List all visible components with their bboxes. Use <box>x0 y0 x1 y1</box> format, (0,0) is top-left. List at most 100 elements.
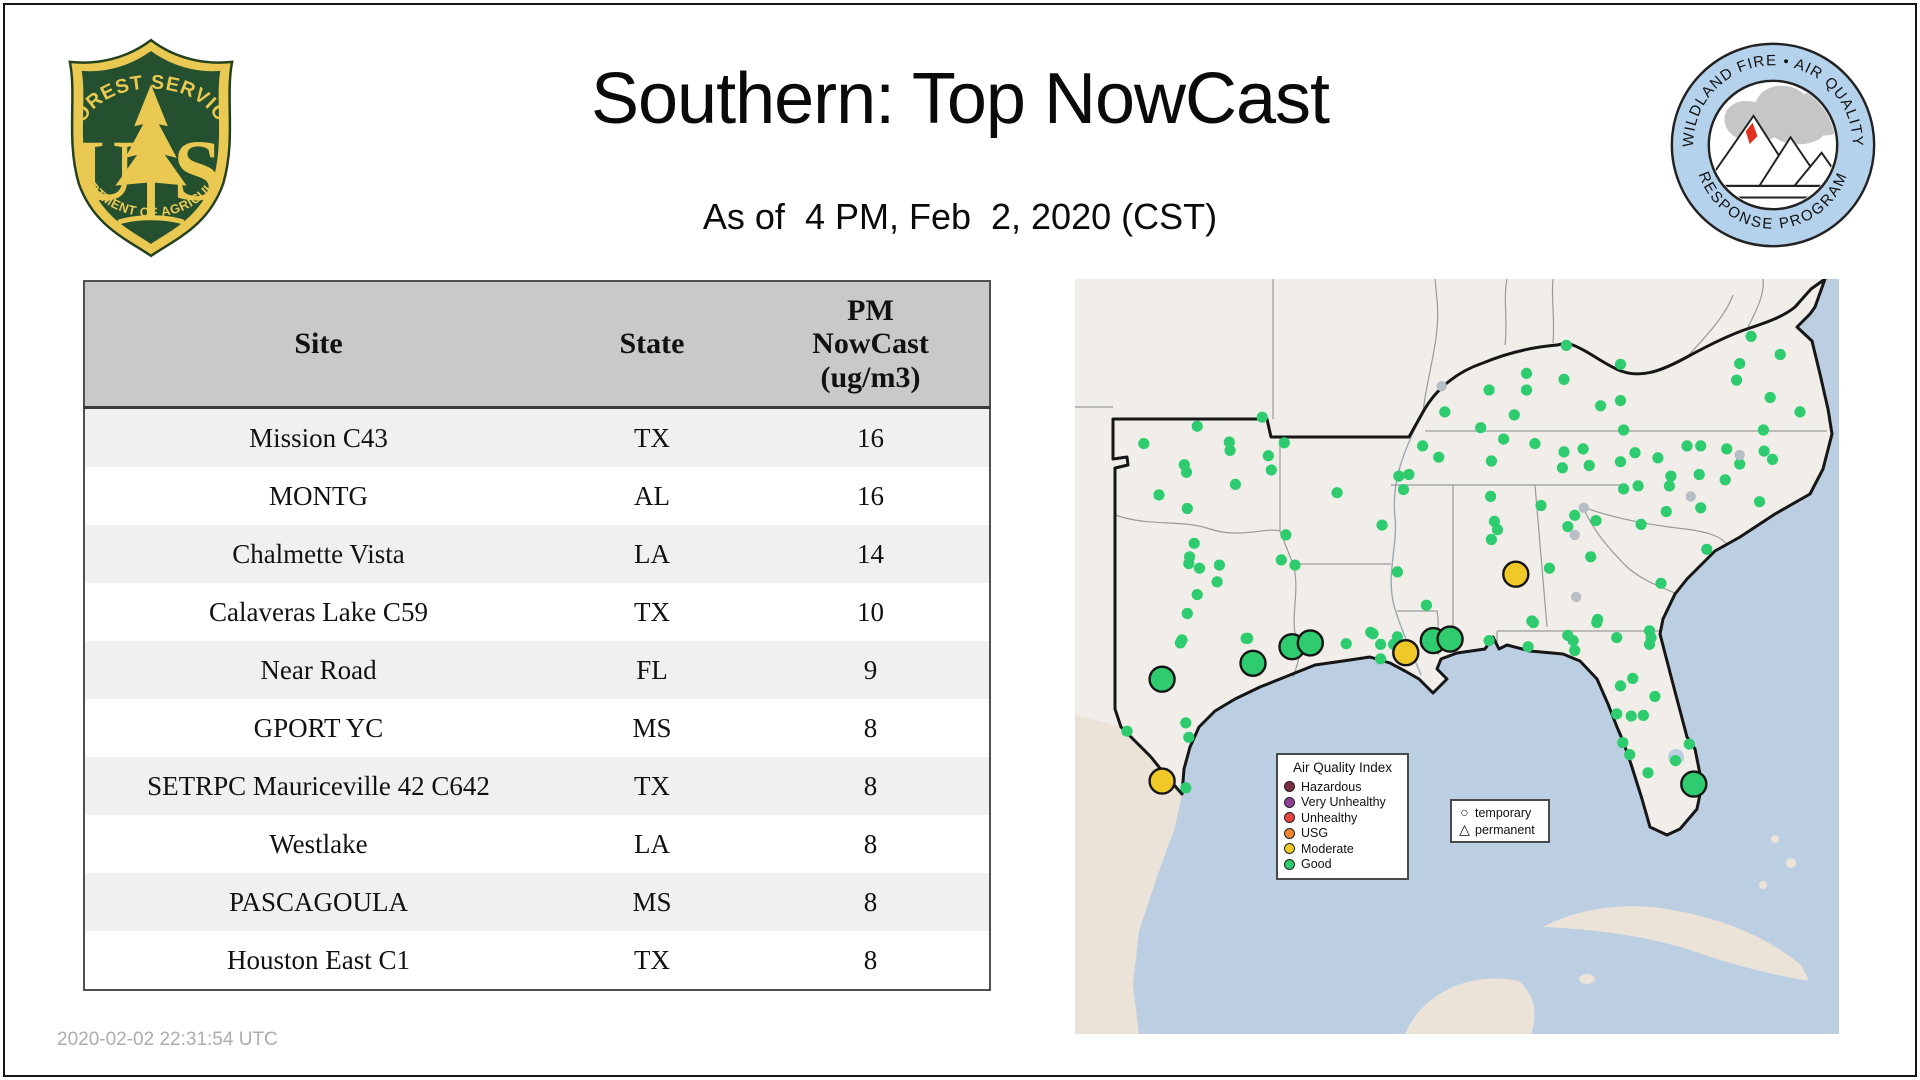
map-canvas <box>1075 279 1834 1034</box>
table-cell: Near Road <box>260 654 377 685</box>
monitor-dot-good <box>1758 445 1770 457</box>
monitor-dot-good <box>1331 487 1343 499</box>
legend-label: USG <box>1301 826 1329 841</box>
monitor-dot-good <box>1683 738 1695 750</box>
top-site-marker-good <box>1239 649 1267 677</box>
monitor-dot-good <box>1558 446 1570 458</box>
table-cell: 10 <box>857 596 884 627</box>
monitor-dot-inactive <box>1685 491 1696 502</box>
bahamas-island-2 <box>1786 858 1796 868</box>
table-cell: MS <box>632 712 672 743</box>
top-site-marker-moderate <box>1502 560 1530 588</box>
monitor-dot-good <box>1475 422 1487 434</box>
table-cell: Chalmette Vista <box>232 538 405 569</box>
forest-service-logo: FOREST SERVICE U S DEPARTMENT OF AGRICUL… <box>57 34 234 258</box>
table-row: Houston East C1 TX 8 <box>84 931 990 990</box>
monitor-dot-good <box>1766 453 1779 465</box>
monitor-dot-good <box>1520 384 1533 396</box>
monitor-dot-good <box>1180 782 1192 794</box>
monitor-dot-good <box>1229 478 1241 490</box>
monitor-dot-good <box>1721 443 1733 455</box>
top-site-marker-moderate <box>1392 639 1420 667</box>
table-cell: Calaveras Lake C59 <box>209 596 428 627</box>
aqi-legend-items: Hazardous Very Unhealthy Unhealthy USG Moder… <box>1284 779 1401 872</box>
monitor-dot-good <box>1695 440 1707 452</box>
column-header: State <box>552 281 752 409</box>
yucatan-landmass <box>1405 978 1535 1034</box>
monitor-dot-good <box>1611 708 1623 720</box>
monitor-dot-good <box>1585 551 1597 563</box>
table-cell: 8 <box>863 886 878 917</box>
bahamas-island-1 <box>1771 835 1779 843</box>
table-row: Chalmette Vista LA 14 <box>84 525 990 583</box>
monitor-dot-good <box>1188 537 1200 549</box>
monitor-dot-good <box>1569 509 1581 521</box>
monitor-dot-good <box>1665 470 1677 482</box>
legend-label: Good <box>1301 857 1332 872</box>
monitor-dot-good <box>1614 395 1627 407</box>
table-cell: 9 <box>863 654 878 685</box>
legend-swatch-icon <box>1284 843 1295 855</box>
table-cell: 8 <box>863 770 878 801</box>
legend-label: Moderate <box>1301 841 1354 856</box>
legend-item: USG <box>1284 826 1401 842</box>
table-cell: GPORT YC <box>253 712 384 743</box>
monitor-dot-good <box>1577 443 1589 455</box>
table-row: Westlake LA 8 <box>84 815 990 873</box>
aqi-legend-title: Air Quality Index <box>1292 760 1393 775</box>
monitor-dot-good <box>1508 409 1520 421</box>
monitor-dot-good <box>1275 554 1287 566</box>
top-site-marker-good <box>1680 770 1708 798</box>
monitor-dot-good <box>1183 558 1195 570</box>
legend-label: Unhealthy <box>1301 810 1358 825</box>
legend-swatch-icon <box>1284 796 1295 808</box>
monitor-dot-good <box>1543 562 1555 574</box>
monitor-dot-good <box>1191 589 1203 601</box>
monitor-dot-good <box>1262 450 1274 462</box>
monitor-dot-good <box>1211 576 1223 588</box>
monitor-dot-good <box>1138 438 1150 450</box>
temporary-label: temporary <box>1475 805 1532 820</box>
wfaqrp-logo: WILDLAND FIRE • AIR QUALITY RESPONSE PRO… <box>1670 42 1876 248</box>
table-cell: 8 <box>863 944 878 975</box>
monitor-dot-good <box>1693 468 1705 481</box>
monitor-dot-good <box>1403 468 1415 481</box>
marker-key-temporary-row: ○ temporary <box>1458 804 1542 821</box>
monitor-dot-good <box>1340 638 1352 650</box>
monitor-dot-good <box>1701 543 1713 555</box>
monitor-dot-good <box>1397 484 1410 496</box>
monitor-dot-inactive <box>1734 449 1745 461</box>
monitor-dot-good <box>1660 505 1672 518</box>
monitor-dot-good <box>1753 496 1766 508</box>
monitor-dot-good <box>1655 577 1667 589</box>
monitor-dot-good <box>1376 519 1388 531</box>
monitor-dot-good <box>1485 490 1497 502</box>
monitor-dot-good <box>1629 447 1641 459</box>
table-cell: Westlake <box>269 828 368 859</box>
monitor-dot-good <box>1439 406 1451 418</box>
monitor-dot-good <box>1618 483 1630 495</box>
legend-item: Moderate <box>1284 841 1401 857</box>
monitor-dot-good <box>1491 524 1504 536</box>
monitor-dot-good <box>1669 755 1682 767</box>
monitor-dot-good <box>1375 653 1387 665</box>
monitor-dot-good <box>1627 672 1639 684</box>
permanent-triangle-icon: △ <box>1459 821 1470 837</box>
monitor-dot-good <box>1393 470 1405 482</box>
monitor-dot-good <box>1498 433 1510 445</box>
legend-swatch-icon <box>1284 781 1295 793</box>
monitor-dot-good <box>1681 440 1693 452</box>
isla-juventud <box>1579 974 1595 984</box>
monitor-dot-good <box>1180 466 1193 478</box>
temporary-circle-icon: ○ <box>1460 804 1469 820</box>
monitor-dot-good <box>1635 518 1647 530</box>
monitor-dot-good <box>1614 680 1627 692</box>
table-cell: AL <box>634 480 670 511</box>
monitor-dot-good <box>1556 462 1568 474</box>
top-site-marker-moderate <box>1148 767 1176 795</box>
table-cell: SETRPC Mauriceville 42 C642 <box>147 770 490 801</box>
bahamas-island-3 <box>1759 881 1767 889</box>
monitor-dot-good <box>1483 635 1495 647</box>
monitor-dot-good <box>1745 330 1757 342</box>
table-cell: MONTG <box>269 480 368 511</box>
